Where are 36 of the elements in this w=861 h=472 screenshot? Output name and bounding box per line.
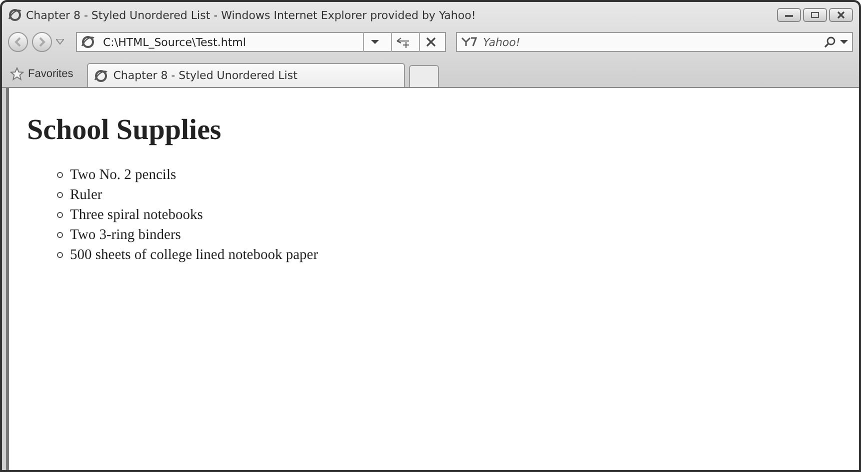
dropdown-icon[interactable] bbox=[840, 40, 848, 44]
page-heading: School Supplies bbox=[27, 114, 222, 147]
bullet-icon bbox=[57, 212, 63, 218]
list-item: 500 sheets of college lined notebook paper bbox=[70, 246, 318, 265]
page-icon bbox=[81, 35, 95, 49]
maximize-button[interactable] bbox=[803, 8, 827, 22]
close-icon bbox=[836, 11, 846, 19]
window-title: Chapter 8 - Styled Unordered List - Windows Internet Explorer provided by Yahoo! bbox=[26, 8, 477, 22]
list-item: Two 3-ring binders bbox=[70, 226, 181, 245]
address-field[interactable]: C:\HTML_Source\Test.html bbox=[101, 34, 357, 50]
bullet-icon bbox=[57, 172, 63, 178]
minimize-icon bbox=[784, 12, 794, 18]
list-item: Two No. 2 pencils bbox=[70, 166, 176, 185]
maximize-icon bbox=[810, 11, 820, 19]
caret-icon bbox=[370, 40, 378, 44]
bullet-icon bbox=[57, 252, 63, 258]
back-button[interactable] bbox=[8, 32, 28, 52]
search-field[interactable]: Yahoo! bbox=[481, 34, 820, 50]
ie-logo-icon bbox=[8, 8, 22, 22]
search-icon[interactable] bbox=[824, 36, 836, 48]
bullet-icon bbox=[57, 232, 63, 238]
minimize-button[interactable] bbox=[777, 8, 801, 22]
ie-logo-icon bbox=[94, 68, 108, 82]
list-item: Three spiral notebooks bbox=[70, 206, 203, 225]
browser-tab[interactable]: Chapter 8 - Styled Unordered List bbox=[87, 63, 406, 87]
bullet-icon bbox=[57, 192, 63, 198]
close-button[interactable] bbox=[829, 8, 853, 22]
refresh-icon bbox=[396, 36, 410, 48]
stop-icon bbox=[424, 36, 436, 48]
address-bar[interactable]: C:\HTML_Source\Test.html bbox=[76, 32, 446, 52]
favorites-button[interactable]: Favorites bbox=[6, 67, 84, 87]
forward-button[interactable] bbox=[32, 32, 52, 52]
provider-icon bbox=[461, 37, 477, 47]
list-item: Ruler bbox=[70, 186, 102, 205]
search-bar[interactable]: Yahoo! bbox=[456, 32, 853, 52]
star-icon bbox=[10, 67, 24, 81]
